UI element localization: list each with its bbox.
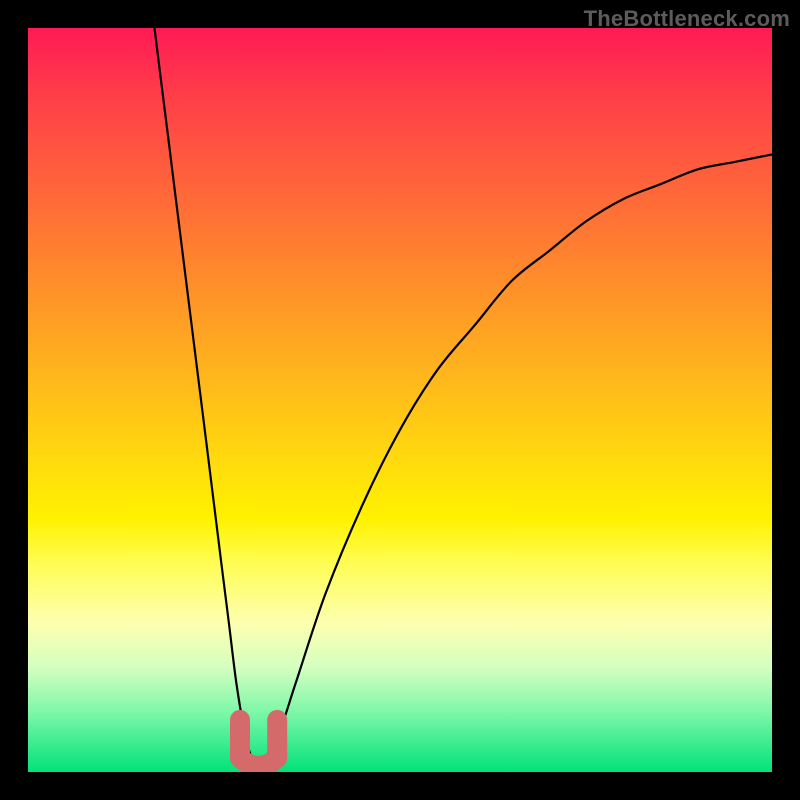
optimal-u-marker: [240, 720, 277, 766]
plot-area: [28, 28, 772, 772]
curve-layer: [28, 28, 772, 772]
chart-frame: TheBottleneck.com: [0, 0, 800, 800]
bottleneck-curve: [155, 28, 773, 772]
